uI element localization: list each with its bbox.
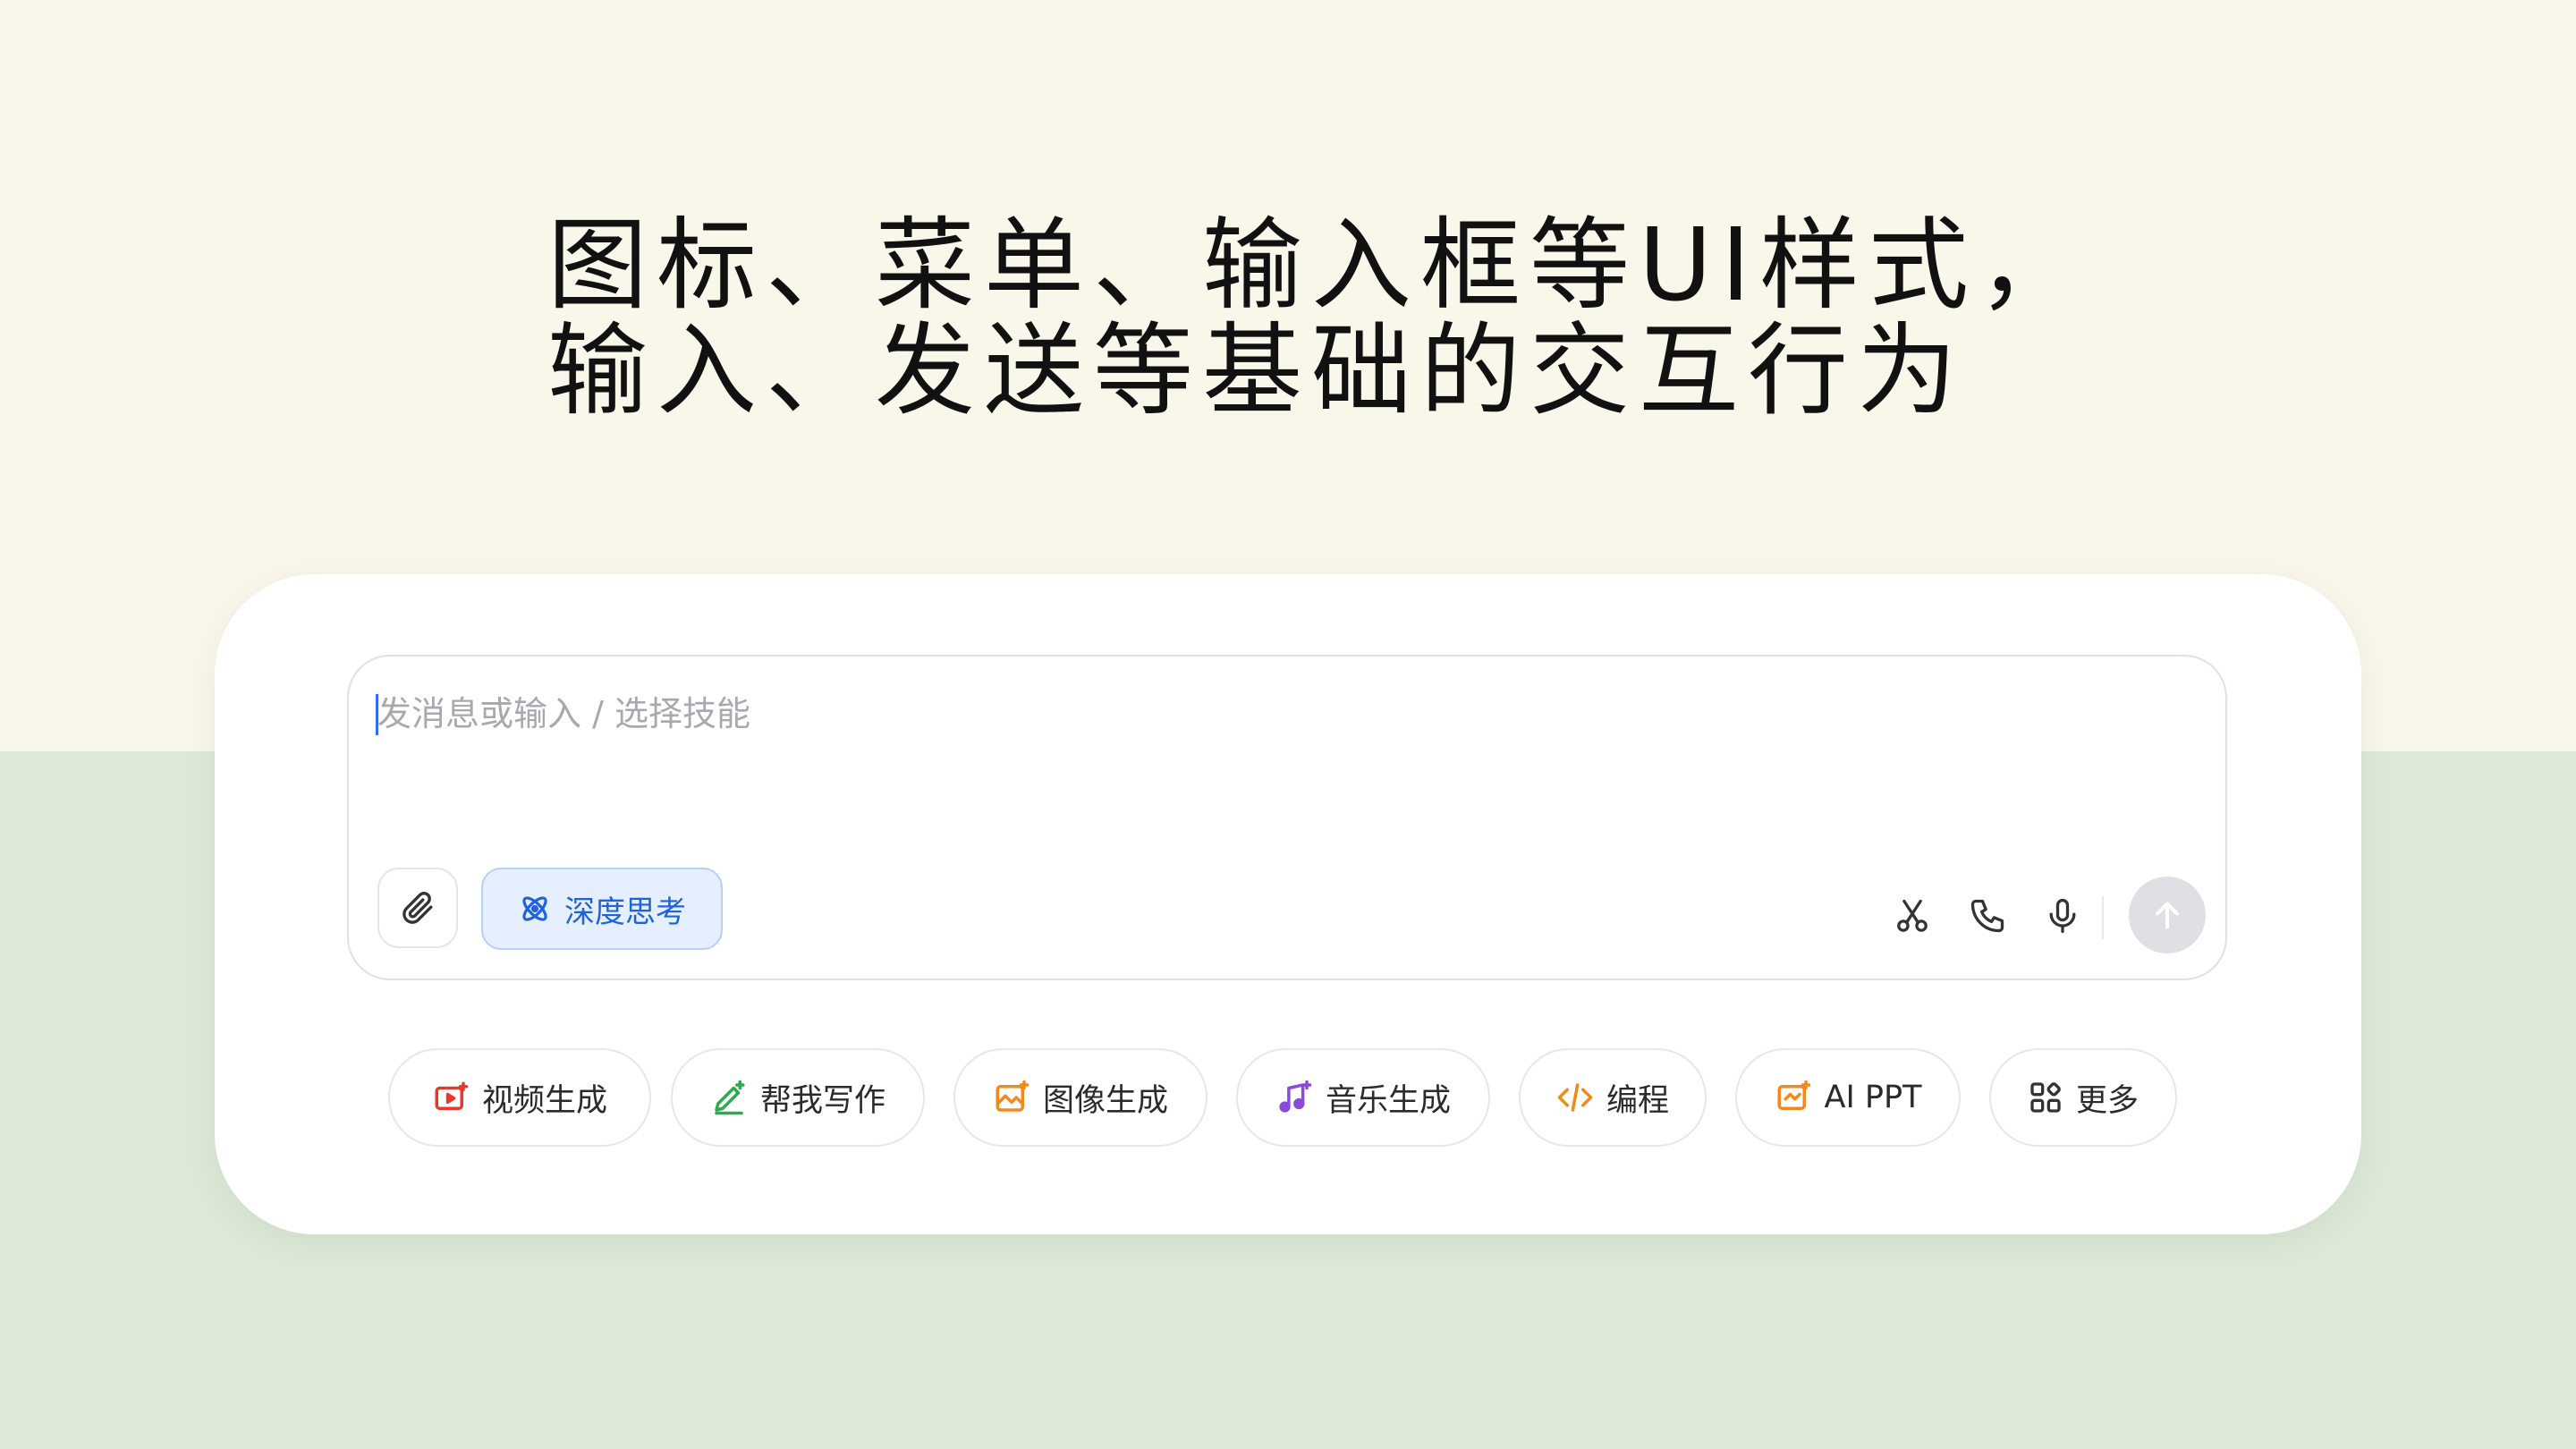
skill-chips: 视频生成 帮我写作 图像生成 音乐生成 编程 AI PPT 更多 xyxy=(388,1048,2204,1148)
skill-chip-ai-ppt[interactable]: AI PPT xyxy=(1735,1048,1961,1147)
skill-chip-label: 音乐生成 xyxy=(1325,1082,1451,1119)
skill-chip-coding[interactable]: 编程 xyxy=(1519,1048,1707,1147)
chat-card: 深度思考 xyxy=(215,574,2361,1234)
skill-chip-video[interactable]: 视频生成 xyxy=(388,1048,651,1147)
skill-chip-label: 编程 xyxy=(1606,1082,1669,1119)
toolbar-divider xyxy=(2102,896,2104,939)
send-arrow-icon xyxy=(2156,902,2179,929)
image-sparkle-icon xyxy=(996,1080,1030,1112)
phone-icon xyxy=(1970,899,2004,933)
skill-chip-label: 视频生成 xyxy=(481,1082,607,1119)
scissors-button[interactable] xyxy=(1887,891,1937,941)
music-icon xyxy=(1279,1080,1312,1113)
skill-chip-writing[interactable]: 帮我写作 xyxy=(671,1048,925,1147)
microphone-icon xyxy=(2049,898,2076,934)
skill-chip-image[interactable]: 图像生成 xyxy=(953,1048,1208,1147)
deep-think-button[interactable]: 深度思考 xyxy=(481,868,723,950)
paperclip-icon xyxy=(402,892,433,924)
headline-line-2: 输入、发送等基础的交互行为 xyxy=(547,313,1966,429)
send-button[interactable] xyxy=(2129,877,2206,953)
deep-think-label: 深度思考 xyxy=(564,894,686,930)
attach-button[interactable] xyxy=(377,868,458,948)
presentation-icon xyxy=(1777,1080,1810,1110)
video-icon xyxy=(435,1081,469,1110)
grid-icon xyxy=(2030,1082,2061,1113)
skill-chip-label: AI PPT xyxy=(1824,1080,1922,1115)
call-button[interactable] xyxy=(1962,891,2012,941)
voice-button[interactable] xyxy=(2038,891,2088,941)
skill-chip-label: 更多 xyxy=(2075,1082,2139,1119)
code-icon xyxy=(1557,1083,1593,1112)
headline-line-1: 图标、菜单、输入框等UI样式， xyxy=(547,208,2088,324)
skill-chip-music[interactable]: 音乐生成 xyxy=(1236,1048,1490,1147)
message-input[interactable] xyxy=(377,687,2077,741)
headline: 图标、菜单、输入框等UI样式， 输入、发送等基础的交互行为 xyxy=(547,208,2088,429)
skill-chip-more[interactable]: 更多 xyxy=(1989,1048,2177,1147)
skill-chip-label: 图像生成 xyxy=(1042,1082,1168,1119)
skill-chip-label: 帮我写作 xyxy=(759,1082,886,1119)
pen-sparkle-icon xyxy=(715,1080,745,1115)
scissors-icon xyxy=(1897,899,1928,932)
atom-icon xyxy=(522,896,547,921)
message-composer: 深度思考 xyxy=(347,655,2227,980)
